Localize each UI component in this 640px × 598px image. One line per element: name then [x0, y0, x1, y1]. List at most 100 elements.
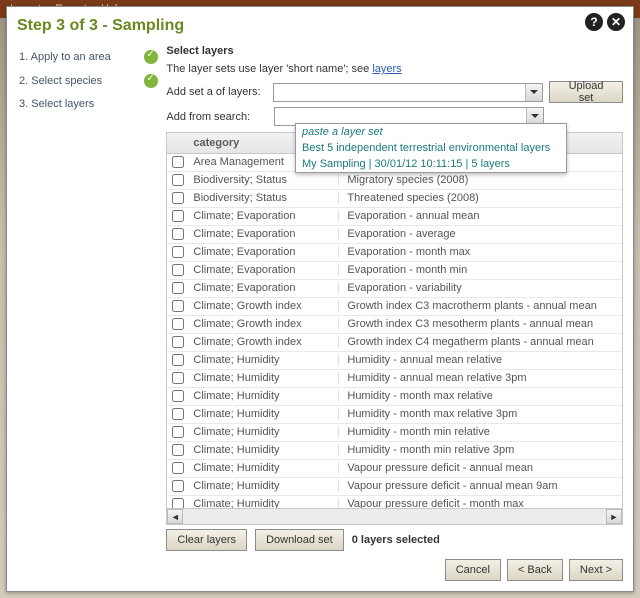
table-row[interactable]: Climate; EvaporationEvaporation - annual… — [167, 208, 622, 226]
table-row[interactable]: Climate; HumidityHumidity - month max re… — [167, 406, 622, 424]
table-row[interactable]: Climate; Growth indexGrowth index C3 mac… — [167, 298, 622, 316]
table-row[interactable]: Climate; Growth indexGrowth index C3 mes… — [167, 316, 622, 334]
row-checkbox[interactable] — [172, 174, 184, 186]
row-name: Migratory species (2008) — [339, 174, 622, 186]
row-name: Evaporation - variability — [339, 282, 622, 294]
row-checkbox[interactable] — [172, 318, 184, 330]
row-category: Climate; Evaporation — [189, 282, 339, 294]
table-row[interactable]: Climate; EvaporationEvaporation - variab… — [167, 280, 622, 298]
table-row[interactable]: Biodiversity; StatusThreatened species (… — [167, 190, 622, 208]
row-name: Vapour pressure deficit - annual mean 9a… — [339, 480, 622, 492]
row-checkbox[interactable] — [172, 300, 184, 312]
row-name: Vapour pressure deficit - month max — [339, 498, 622, 508]
row-checkbox[interactable] — [172, 282, 184, 294]
row-category: Climate; Humidity — [189, 354, 339, 366]
modal-dialog: ? ✕ Step 3 of 3 - Sampling 1. Apply to a… — [6, 6, 634, 592]
row-category: Climate; Humidity — [189, 408, 339, 420]
layers-link[interactable]: layers — [372, 63, 401, 75]
row-category: Climate; Evaporation — [189, 264, 339, 276]
row-checkbox[interactable] — [172, 480, 184, 492]
layer-set-suggestions: paste a layer set Best 5 independent ter… — [295, 123, 567, 173]
row-category: Climate; Humidity — [189, 462, 339, 474]
row-category: Climate; Evaporation — [189, 246, 339, 258]
row-checkbox[interactable] — [172, 354, 184, 366]
row-checkbox[interactable] — [172, 264, 184, 276]
add-set-label: Add set a of layers: — [166, 86, 267, 98]
row-checkbox[interactable] — [172, 426, 184, 438]
row-checkbox[interactable] — [172, 210, 184, 222]
layers-table: category name Area ManagementNatural res… — [166, 132, 623, 525]
row-checkbox[interactable] — [172, 156, 184, 168]
row-name: Growth index C3 macrotherm plants - annu… — [339, 300, 622, 312]
scroll-left-icon[interactable]: ◄ — [167, 509, 183, 524]
row-name: Humidity - month min relative — [339, 426, 622, 438]
table-row[interactable]: Climate; EvaporationEvaporation - month … — [167, 244, 622, 262]
add-search-label: Add from search: — [166, 111, 268, 123]
row-category: Climate; Humidity — [189, 390, 339, 402]
table-body[interactable]: Area ManagementNatural resource manageme… — [167, 154, 622, 509]
table-row[interactable]: Climate; EvaporationEvaporation - averag… — [167, 226, 622, 244]
next-button[interactable]: Next > — [569, 559, 623, 581]
row-name: Evaporation - annual mean — [339, 210, 622, 222]
row-category: Climate; Growth index — [189, 336, 339, 348]
row-checkbox[interactable] — [172, 444, 184, 456]
chevron-down-icon[interactable] — [525, 84, 542, 101]
dialog-title: Step 3 of 3 - Sampling — [17, 17, 623, 35]
scroll-right-icon[interactable]: ► — [606, 509, 622, 524]
suggest-item[interactable]: Best 5 independent terrestrial environme… — [296, 140, 566, 156]
step-1[interactable]: 1. Apply to an area — [19, 51, 111, 63]
row-name: Evaporation - month min — [339, 264, 622, 276]
check-icon — [144, 74, 158, 88]
row-name: Humidity - month max relative — [339, 390, 622, 402]
row-category: Climate; Growth index — [189, 318, 339, 330]
row-checkbox[interactable] — [172, 498, 184, 508]
horizontal-scrollbar[interactable]: ◄ ► — [167, 508, 622, 524]
table-row[interactable]: Climate; HumidityVapour pressure deficit… — [167, 478, 622, 496]
row-name: Evaporation - month max — [339, 246, 622, 258]
row-name: Vapour pressure deficit - annual mean — [339, 462, 622, 474]
upload-set-button[interactable]: Upload set — [549, 81, 623, 103]
row-checkbox[interactable] — [172, 192, 184, 204]
table-row[interactable]: Climate; HumidityHumidity - month min re… — [167, 442, 622, 460]
wizard-steps: 1. Apply to an area 2. Select species 3.… — [17, 45, 166, 581]
row-checkbox[interactable] — [172, 336, 184, 348]
clear-layers-button[interactable]: Clear layers — [166, 529, 247, 551]
row-checkbox[interactable] — [172, 408, 184, 420]
table-row[interactable]: Climate; HumidityHumidity - month min re… — [167, 424, 622, 442]
selected-count: 0 layers selected — [352, 534, 440, 546]
add-set-combobox[interactable] — [273, 83, 543, 102]
table-row[interactable]: Biodiversity; StatusMigratory species (2… — [167, 172, 622, 190]
cancel-button[interactable]: Cancel — [445, 559, 501, 581]
table-row[interactable]: Climate; HumidityHumidity - month max re… — [167, 388, 622, 406]
row-name: Humidity - month max relative 3pm — [339, 408, 622, 420]
row-name: Humidity - annual mean relative 3pm — [339, 372, 622, 384]
row-name: Humidity - annual mean relative — [339, 354, 622, 366]
step-2[interactable]: 2. Select species — [19, 75, 102, 87]
row-category: Climate; Humidity — [189, 444, 339, 456]
suggest-item[interactable]: My Sampling | 30/01/12 10:11:15 | 5 laye… — [296, 156, 566, 172]
row-checkbox[interactable] — [172, 390, 184, 402]
step-3[interactable]: 3. Select layers — [19, 98, 94, 110]
row-category: Biodiversity; Status — [189, 174, 339, 186]
row-name: Evaporation - average — [339, 228, 622, 240]
intro-text: The layer sets use layer 'short name'; s… — [166, 63, 623, 75]
row-checkbox[interactable] — [172, 372, 184, 384]
table-row[interactable]: Climate; HumidityHumidity - annual mean … — [167, 370, 622, 388]
table-row[interactable]: Climate; EvaporationEvaporation - month … — [167, 262, 622, 280]
row-category: Climate; Humidity — [189, 372, 339, 384]
row-name: Humidity - month min relative 3pm — [339, 444, 622, 456]
row-name: Growth index C3 mesotherm plants - annua… — [339, 318, 622, 330]
row-checkbox[interactable] — [172, 246, 184, 258]
back-button[interactable]: < Back — [507, 559, 563, 581]
table-row[interactable]: Climate; Growth indexGrowth index C4 meg… — [167, 334, 622, 352]
row-category: Climate; Evaporation — [189, 210, 339, 222]
table-row[interactable]: Climate; HumidityVapour pressure deficit… — [167, 496, 622, 509]
row-checkbox[interactable] — [172, 462, 184, 474]
row-category: Climate; Growth index — [189, 300, 339, 312]
table-row[interactable]: Climate; HumidityHumidity - annual mean … — [167, 352, 622, 370]
check-icon — [144, 50, 158, 64]
download-set-button[interactable]: Download set — [255, 529, 344, 551]
row-checkbox[interactable] — [172, 228, 184, 240]
table-row[interactable]: Climate; HumidityVapour pressure deficit… — [167, 460, 622, 478]
suggest-item[interactable]: paste a layer set — [296, 124, 566, 140]
